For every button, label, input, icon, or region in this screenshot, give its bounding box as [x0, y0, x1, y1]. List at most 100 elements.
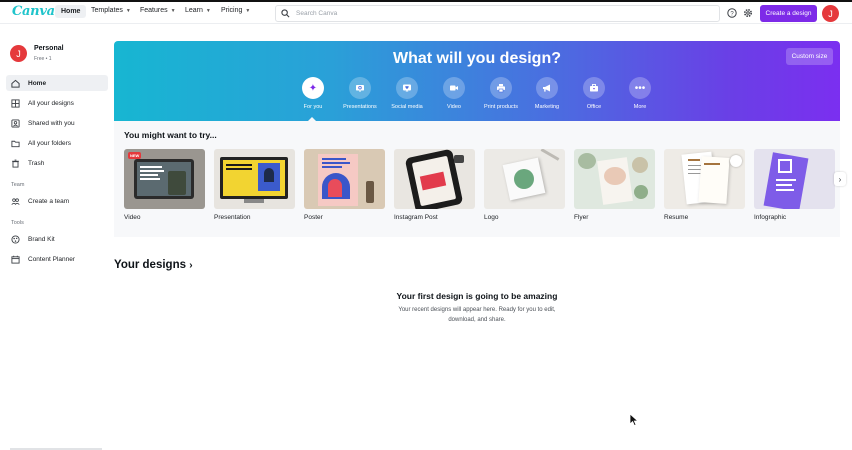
avatar[interactable]: J — [822, 5, 839, 22]
brand-kit-icon — [11, 234, 20, 244]
template-card-label: Instagram Post — [394, 214, 438, 221]
category-label: Office — [586, 104, 602, 110]
template-card-label: Presentation — [214, 214, 251, 221]
sidebar-item-label: Content Planner — [28, 255, 75, 263]
team-icon — [11, 197, 20, 206]
resume-thumbnail — [664, 149, 745, 209]
chevron-down-icon: ▼ — [245, 7, 251, 14]
sidebar-item-content-planner[interactable]: Content Planner — [6, 251, 108, 267]
sidebar-item-label: All your folders — [28, 139, 71, 147]
empty-state-line-2: download, and share. — [448, 317, 506, 323]
sidebar-item-label: Create a team — [28, 197, 70, 205]
your-designs-heading[interactable]: Your designs › — [114, 259, 193, 271]
top-nav: Canva Home Templates ▼ Features ▼ Learn ▼ P… — [0, 2, 852, 24]
canva-logo[interactable]: Canva — [12, 4, 55, 19]
template-card-instagram-post[interactable]: Instagram Post — [394, 149, 475, 221]
nav-learn-label: Learn — [185, 7, 203, 14]
presentation-icon — [349, 77, 371, 99]
account-avatar[interactable]: J — [10, 45, 27, 62]
chevron-right-icon: › — [189, 260, 193, 271]
nav-templates[interactable]: Templates ▼ — [91, 7, 131, 14]
template-card-label: Resume — [664, 214, 689, 221]
sidebar-item-shared[interactable]: Shared with you — [6, 115, 108, 131]
category-label: More — [633, 104, 647, 110]
heart-icon — [396, 77, 418, 99]
nav-home[interactable]: Home — [55, 5, 87, 18]
help-icon[interactable]: ? — [726, 7, 738, 19]
chevron-down-icon: ▼ — [170, 7, 176, 14]
sidebar-item-trash[interactable]: Trash — [6, 155, 108, 171]
account-plan: Free • 1 — [34, 56, 52, 62]
template-card-video[interactable]: NEW Video — [124, 149, 205, 221]
search-input[interactable]: Search Canva — [275, 5, 720, 22]
category-more[interactable]: ••• More — [612, 77, 668, 110]
sidebar-item-folders[interactable]: All your folders — [6, 135, 108, 151]
custom-size-button[interactable]: Custom size — [786, 48, 833, 65]
logo-thumbnail — [484, 149, 565, 209]
home-icon — [11, 79, 20, 88]
trash-icon — [11, 159, 20, 168]
empty-state-line-1: Your recent designs will appear here. Re… — [398, 307, 556, 313]
sparkle-icon: ✦ — [302, 77, 324, 99]
sidebar-item-label: Trash — [28, 159, 45, 167]
template-card-flyer[interactable]: Flyer — [574, 149, 655, 221]
sidebar-item-label: Home — [28, 79, 47, 87]
template-card-label: Flyer — [574, 214, 589, 221]
sidebar-heading-tools: Tools — [11, 220, 24, 226]
template-card-label: Infographic — [754, 214, 787, 221]
hero-title: What will you design? — [393, 50, 561, 67]
sidebar-item-home[interactable]: Home — [6, 75, 108, 91]
chevron-down-icon: ▼ — [125, 7, 131, 14]
video-icon — [443, 77, 465, 99]
template-card-resume[interactable]: Resume — [664, 149, 745, 221]
sidebar-item-create-team[interactable]: Create a team — [6, 193, 108, 209]
nav-learn[interactable]: Learn ▼ — [185, 7, 211, 14]
nav-pricing[interactable]: Pricing ▼ — [221, 7, 250, 14]
template-card-presentation[interactable]: Presentation — [214, 149, 295, 221]
your-designs-title: Your designs — [114, 259, 186, 271]
category-label: Print products — [484, 104, 518, 110]
category-label: For you — [303, 104, 323, 110]
nav-templates-label: Templates — [91, 7, 123, 14]
sidebar-item-all-designs[interactable]: All your designs — [6, 95, 108, 111]
category-label: Video — [447, 104, 461, 110]
nav-features[interactable]: Features ▼ — [140, 7, 176, 14]
suggestions-panel: You might want to try... NEW Video Prese… — [114, 121, 840, 237]
nav-features-label: Features — [140, 7, 168, 14]
nav-pricing-label: Pricing — [221, 7, 243, 14]
chevron-right-icon[interactable]: › — [834, 172, 846, 186]
category-label: Presentations — [343, 104, 377, 110]
template-card-label: Logo — [484, 214, 499, 221]
chevron-down-icon: ▼ — [205, 7, 211, 14]
presentation-thumbnail — [214, 149, 295, 209]
hero-banner: What will you design? Custom size ✦ For … — [114, 41, 840, 121]
video-thumbnail: NEW — [124, 149, 205, 209]
search-placeholder: Search Canva — [296, 10, 338, 17]
sidebar-heading-team: Team — [11, 182, 25, 188]
create-design-button[interactable]: Create a design — [760, 5, 817, 22]
briefcase-icon — [583, 77, 605, 99]
sidebar-item-label: Brand Kit — [28, 235, 55, 243]
category-label: Social media — [391, 104, 423, 110]
suggestions-title: You might want to try... — [124, 130, 217, 140]
sidebar: J Personal Free • 1 Home All your design… — [0, 25, 112, 450]
nav-home-label: Home — [61, 8, 81, 15]
flyer-thumbnail — [574, 149, 655, 209]
folder-icon — [11, 139, 20, 148]
template-card-logo[interactable]: Logo — [484, 149, 565, 221]
grid-icon — [11, 98, 20, 108]
template-card-poster[interactable]: Poster — [304, 149, 385, 221]
sidebar-item-brand-kit[interactable]: Brand Kit — [6, 231, 108, 247]
template-card-label: Poster — [304, 214, 323, 221]
shared-icon — [11, 118, 20, 128]
gear-icon[interactable] — [742, 7, 754, 19]
mouse-cursor-icon — [629, 413, 639, 427]
sidebar-item-label: Shared with you — [28, 119, 75, 127]
template-card-infographic[interactable]: Infographic — [754, 149, 835, 221]
category-label: Marketing — [534, 104, 560, 110]
more-icon: ••• — [629, 77, 651, 99]
account-name[interactable]: Personal — [34, 45, 64, 52]
megaphone-icon — [536, 77, 558, 99]
instagram-post-thumbnail — [394, 149, 475, 209]
sidebar-item-label: All your designs — [28, 99, 74, 107]
